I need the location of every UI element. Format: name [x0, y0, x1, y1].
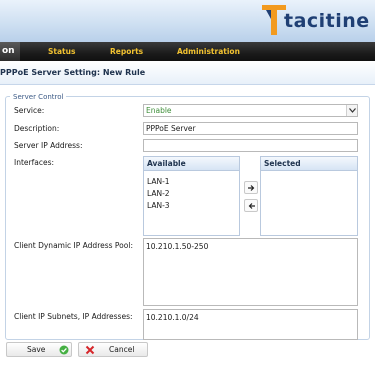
list-item[interactable]: LAN-2 [144, 188, 239, 200]
page-title: PPPoE Server Setting: New Rule [0, 68, 146, 77]
nav-item-administration[interactable]: Administration [177, 42, 240, 61]
service-value: Enable [146, 106, 172, 115]
list-item[interactable]: LAN-3 [144, 200, 239, 212]
nav-item-reports[interactable]: Reports [110, 42, 143, 61]
nav-item-status[interactable]: Status [48, 42, 75, 61]
available-header: Available [144, 157, 239, 171]
page-title-bar: PPPoE Server Setting: New Rule [0, 61, 375, 85]
description-label: Description: [14, 124, 60, 133]
server-ip-label: Server IP Address: [14, 141, 83, 150]
list-item[interactable]: LAN-1 [144, 176, 239, 188]
service-label: Service: [14, 106, 45, 115]
brand-name: tacitine [284, 10, 370, 32]
arrow-left-icon [248, 203, 255, 209]
selected-options [261, 171, 357, 176]
subnets-label: Client IP Subnets, IP Addresses: [14, 312, 133, 321]
x-icon [85, 345, 95, 355]
interfaces-label: Interfaces: [14, 158, 55, 167]
brand-logo[interactable]: tacitine [262, 4, 372, 38]
save-label: Save [27, 345, 46, 354]
description-input[interactable]: PPPoE Server [143, 122, 358, 135]
tacitine-logo-icon [262, 5, 286, 35]
move-right-button[interactable] [244, 181, 258, 194]
cancel-label: Cancel [109, 345, 135, 354]
available-list[interactable]: Available LAN-1 LAN-2 LAN-3 [143, 156, 240, 236]
dropdown-button[interactable] [346, 105, 357, 116]
chevron-down-icon [349, 108, 356, 113]
nav-item-active[interactable]: on [0, 42, 20, 61]
service-select[interactable]: Enable [143, 104, 358, 117]
move-left-button[interactable] [244, 199, 258, 212]
pool-label: Client Dynamic IP Address Pool: [14, 241, 133, 250]
selected-header: Selected [261, 157, 357, 171]
check-circle-icon [59, 345, 69, 355]
fieldset-legend: Server Control [10, 93, 67, 101]
cancel-button[interactable]: Cancel [78, 342, 148, 357]
main-nav: on Status Reports Administration [0, 42, 375, 61]
selected-list[interactable]: Selected [260, 156, 358, 236]
pool-textarea[interactable]: 10.210.1.50-250 [143, 238, 358, 306]
top-header: tacitine [0, 0, 375, 42]
subnets-textarea[interactable]: 10.210.1.0/24 [143, 309, 358, 340]
save-button[interactable]: Save [6, 342, 72, 357]
server-ip-input[interactable] [143, 139, 358, 152]
available-options: LAN-1 LAN-2 LAN-3 [144, 171, 239, 212]
arrow-right-icon [248, 185, 255, 191]
